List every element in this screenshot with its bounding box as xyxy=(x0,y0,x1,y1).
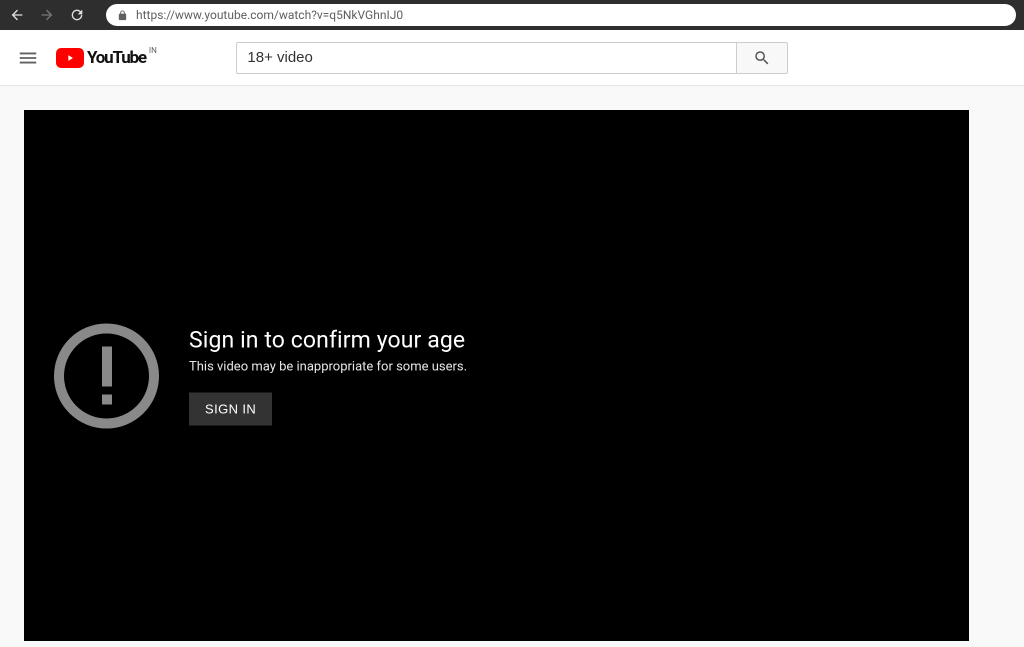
warning-icon xyxy=(54,323,159,428)
age-gate-title: Sign in to confirm your age xyxy=(189,326,467,353)
video-section: Sign in to confirm your age This video m… xyxy=(0,86,1024,641)
youtube-play-icon xyxy=(56,48,84,68)
exclamation-bar xyxy=(102,347,112,387)
search-input[interactable] xyxy=(236,42,736,74)
age-gate: Sign in to confirm your age This video m… xyxy=(24,323,467,428)
age-gate-subtitle: This video may be inappropriate for some… xyxy=(189,359,467,374)
search-form xyxy=(236,42,788,74)
video-player: Sign in to confirm your age This video m… xyxy=(24,110,969,641)
search-button[interactable] xyxy=(736,42,788,74)
reload-button[interactable] xyxy=(68,6,86,24)
forward-button[interactable] xyxy=(38,6,56,24)
youtube-wordmark: YouTube xyxy=(87,48,146,68)
url-text: https://www.youtube.com/watch?v=q5NkVGhn… xyxy=(136,8,403,22)
age-gate-text: Sign in to confirm your age This video m… xyxy=(189,326,467,425)
lock-icon xyxy=(116,9,128,21)
youtube-logo[interactable]: YouTube IN xyxy=(56,48,157,68)
youtube-masthead: YouTube IN xyxy=(0,30,1024,86)
menu-button[interactable] xyxy=(16,46,40,70)
exclamation-dot xyxy=(102,395,112,405)
browser-toolbar: https://www.youtube.com/watch?v=q5NkVGhn… xyxy=(0,0,1024,30)
sign-in-button[interactable]: SIGN IN xyxy=(189,392,272,425)
back-button[interactable] xyxy=(8,6,26,24)
address-bar[interactable]: https://www.youtube.com/watch?v=q5NkVGhn… xyxy=(106,4,1016,26)
country-code: IN xyxy=(149,46,157,55)
